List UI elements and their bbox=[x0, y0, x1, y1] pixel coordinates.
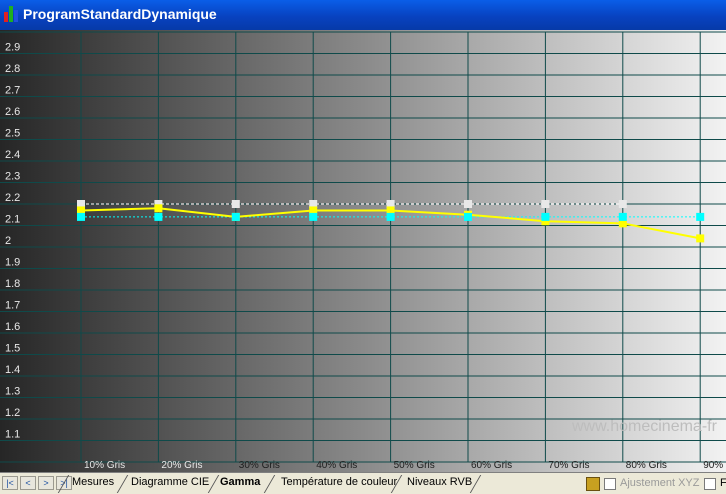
y-tick-label: 2.9 bbox=[5, 42, 20, 54]
tab-mesures[interactable]: Mesures bbox=[72, 476, 114, 488]
y-tick-label: 1.3 bbox=[5, 386, 20, 398]
x-tick-label: 50% Gris bbox=[394, 460, 435, 471]
gamma-chart: 1.1 1.2 1.3 1.4 1.5 1.6 1.7 1.8 1.9 2 2.1 2.2 2.3 2.4… bbox=[0, 30, 726, 472]
y-tick-label: 2 bbox=[5, 235, 11, 247]
y-tick-label: 2.5 bbox=[5, 128, 20, 140]
first-page-button[interactable]: |< bbox=[2, 476, 18, 490]
next-page-button[interactable]: > bbox=[38, 476, 54, 490]
title-bar: ProgramStandardDynamique bbox=[0, 0, 726, 30]
option-f-checkbox[interactable] bbox=[704, 478, 716, 490]
x-tick-label: 10% Gris bbox=[84, 460, 125, 471]
y-tick-label: 2.1 bbox=[5, 214, 20, 226]
option-f-label: F bbox=[720, 477, 726, 489]
series-point-white bbox=[541, 200, 550, 208]
chart-grid bbox=[0, 31, 726, 463]
tab-temperature-couleur[interactable]: Température de couleur bbox=[281, 476, 397, 488]
series-point-cyan bbox=[541, 212, 550, 221]
series-point-cyan bbox=[309, 212, 318, 221]
x-tick-label: 70% Gris bbox=[548, 460, 589, 471]
lock-icon bbox=[586, 477, 600, 491]
x-axis-labels: 10% Gris 20% Gris 30% Gris 40% Gris 50% Gris… bbox=[84, 460, 723, 471]
series-point-yellow bbox=[696, 234, 705, 243]
y-tick-label: 1.7 bbox=[5, 300, 20, 312]
y-tick-label: 2.2 bbox=[5, 192, 20, 204]
tab-diagramme-cie[interactable]: Diagramme CIE bbox=[131, 476, 209, 488]
series-point-cyan bbox=[386, 212, 395, 221]
x-tick-label: 30% Gris bbox=[239, 460, 280, 471]
watermark: www.homecinema-fr bbox=[571, 418, 718, 435]
x-tick-label: 40% Gris bbox=[316, 460, 357, 471]
prev-page-button[interactable]: < bbox=[20, 476, 36, 490]
tab-separator bbox=[207, 475, 220, 493]
series-point-white bbox=[618, 200, 627, 208]
bar-chart-icon bbox=[4, 6, 18, 22]
y-tick-label: 2.7 bbox=[5, 85, 20, 97]
y-tick-label: 2.4 bbox=[5, 149, 20, 161]
y-tick-label: 2.3 bbox=[5, 171, 20, 183]
tab-bar: |< < > >| Mesures Diagramme CIE Gamma Te… bbox=[0, 472, 726, 494]
y-tick-label: 1.5 bbox=[5, 343, 20, 355]
tab-separator bbox=[116, 475, 129, 493]
tab-niveaux-rvb[interactable]: Niveaux RVB bbox=[407, 476, 472, 488]
y-tick-label: 2.8 bbox=[5, 63, 20, 75]
y-tick-label: 1.6 bbox=[5, 321, 20, 333]
series-point-yellow bbox=[154, 204, 163, 213]
series-point-cyan bbox=[618, 212, 627, 221]
x-tick-label: 60% Gris bbox=[471, 460, 512, 471]
y-tick-label: 1.8 bbox=[5, 278, 20, 290]
series-point-white bbox=[231, 200, 240, 208]
tab-separator bbox=[263, 475, 276, 493]
y-tick-label: 1.9 bbox=[5, 257, 20, 269]
series-point-cyan bbox=[464, 212, 472, 221]
y-tick-label: 1.1 bbox=[5, 429, 20, 441]
series-point-cyan bbox=[77, 212, 85, 221]
ajustement-xyz-checkbox[interactable] bbox=[604, 478, 616, 490]
x-tick-label: 20% Gris bbox=[161, 460, 202, 471]
y-tick-label: 2.6 bbox=[5, 106, 20, 118]
window-title: ProgramStandardDynamique bbox=[23, 6, 217, 22]
x-tick-label: 80% Gris bbox=[626, 460, 667, 471]
x-tick-label: 90% bbox=[703, 460, 723, 471]
series-point-cyan bbox=[154, 212, 163, 221]
ajustement-xyz-label: Ajustement XYZ bbox=[620, 477, 700, 489]
y-tick-label: 1.2 bbox=[5, 407, 20, 419]
series-point-white bbox=[464, 200, 472, 208]
tab-gamma[interactable]: Gamma bbox=[220, 476, 260, 488]
y-tick-label: 1.4 bbox=[5, 364, 20, 376]
series-point-cyan bbox=[696, 212, 705, 221]
series-point-cyan bbox=[231, 212, 240, 221]
